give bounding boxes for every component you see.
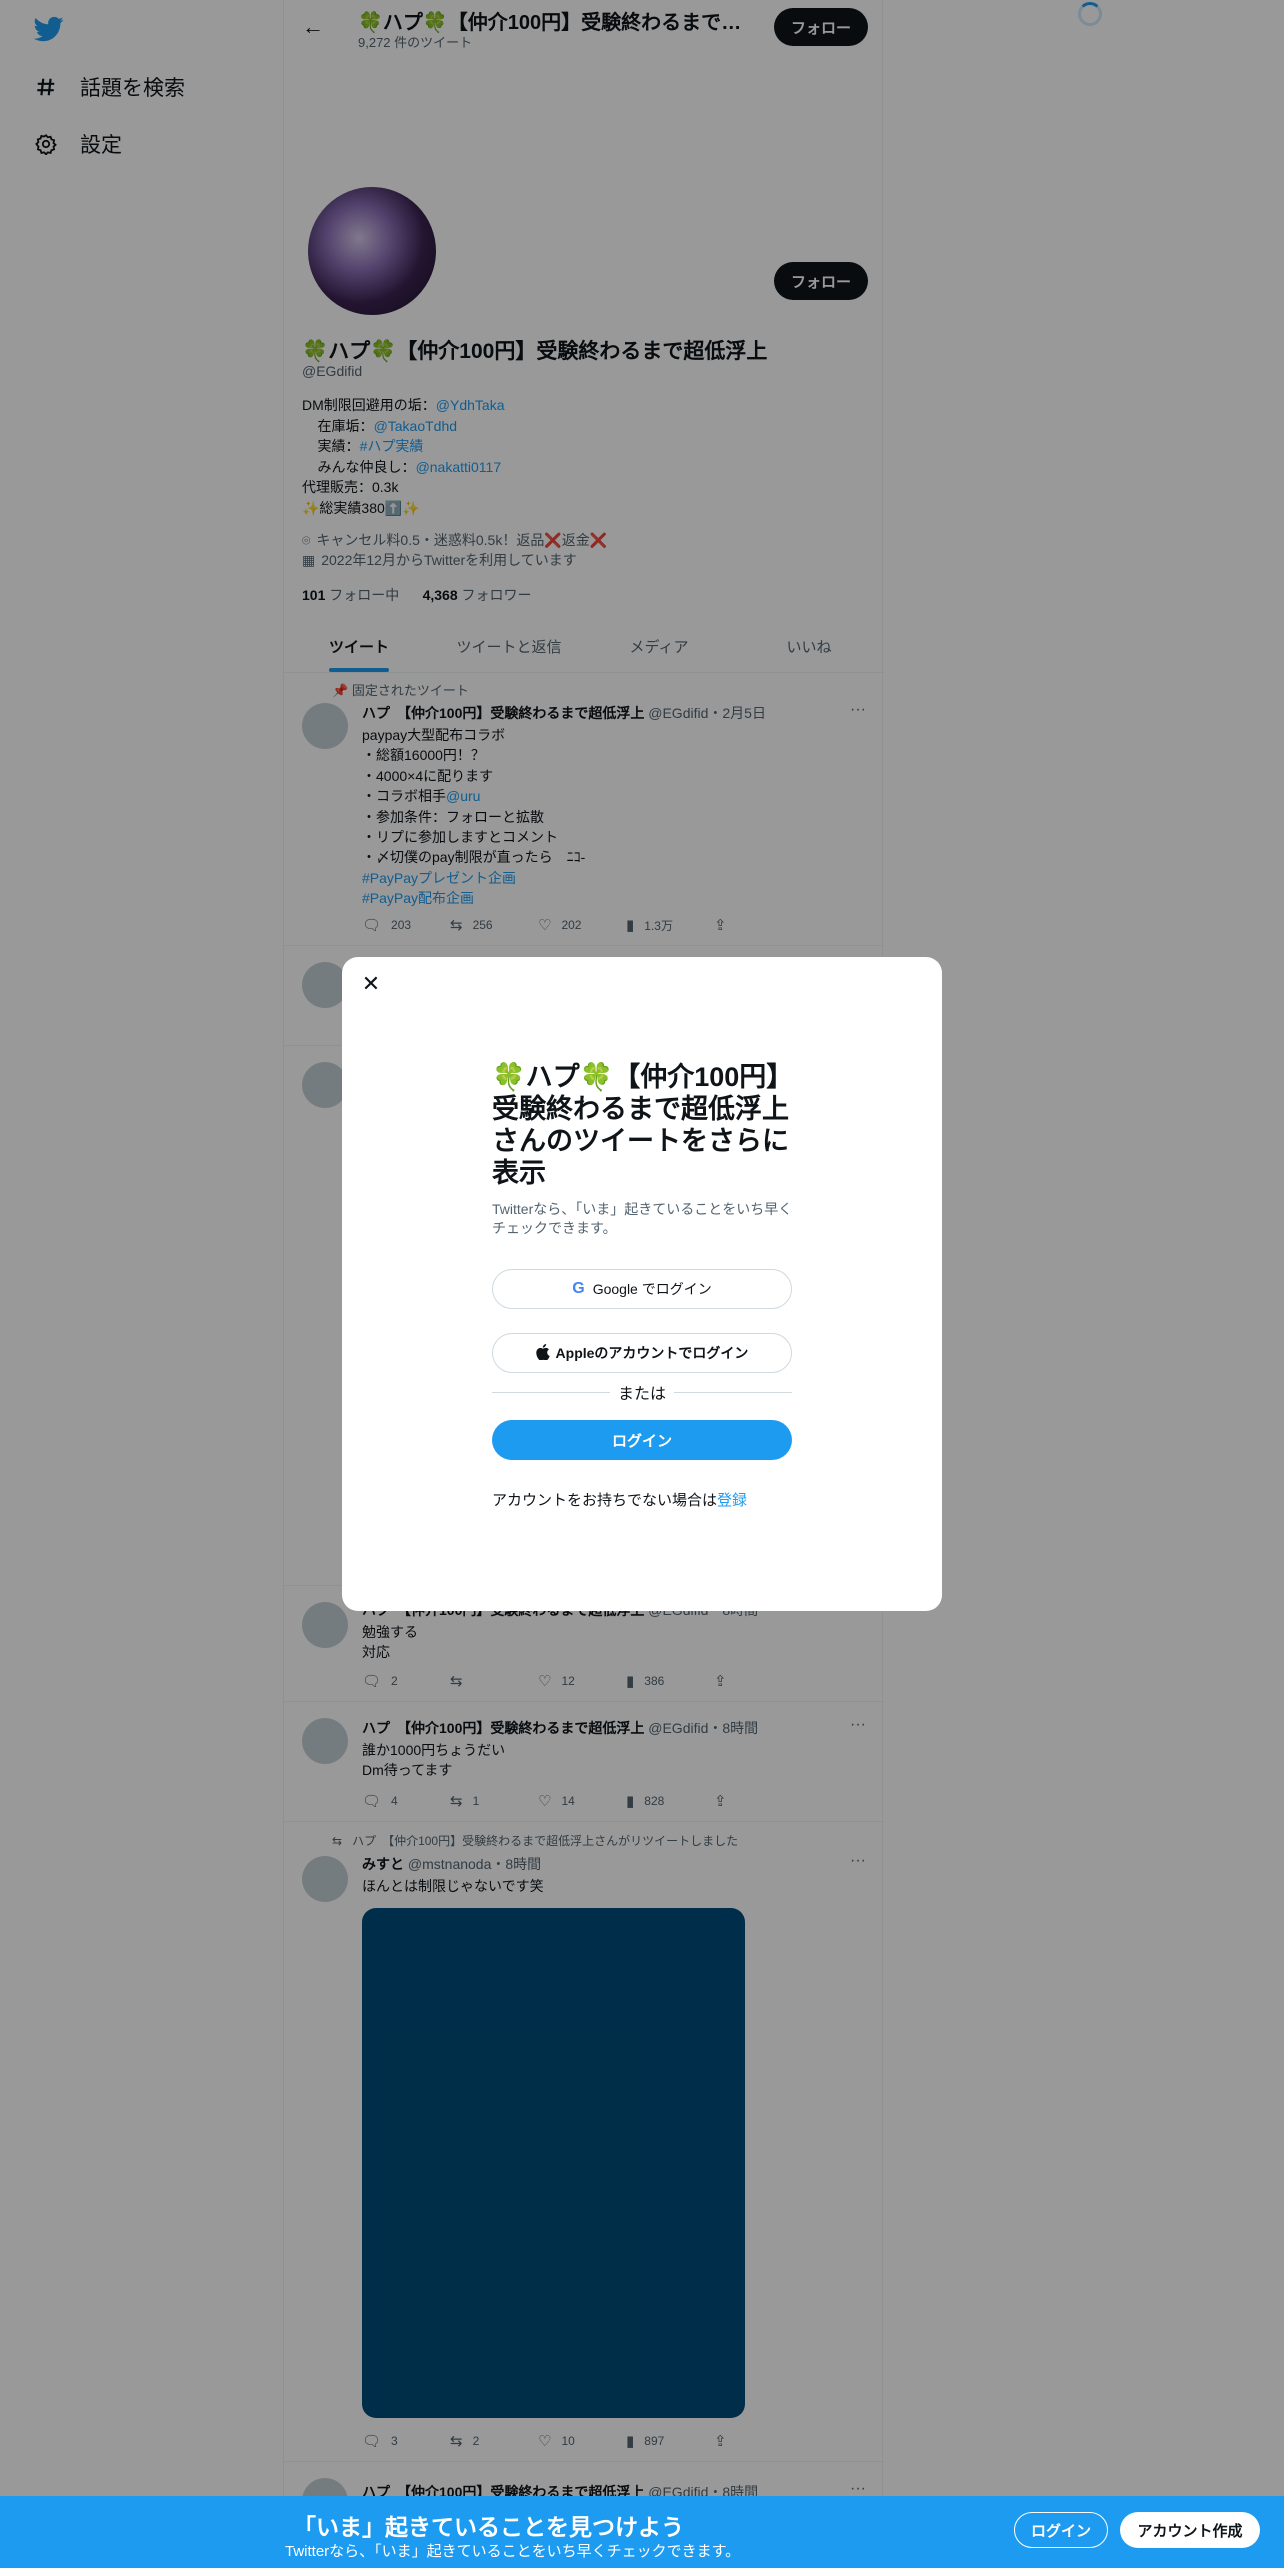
bottom-bar-title: 「いま」起きていることを見つけよう <box>293 2514 684 2540</box>
login-modal: ✕ 🍀ハプ🍀【仲介100円】受験終わるまで超低浮上さんのツイートをさらに表示 T… <box>342 957 942 1611</box>
bottom-signup-bar: 「いま」起きていることを見つけよう Twitterなら、「いま」起きていることを… <box>0 2496 1284 2568</box>
apple-login-button[interactable]: Appleのアカウントでログイン <box>492 1333 792 1373</box>
modal-subtitle: Twitterなら、「いま」起きていることをいち早くチェックできます。 <box>492 1201 793 1236</box>
signup-prompt: アカウントをお持ちでない場合は登録 <box>492 1492 748 1509</box>
google-login-button[interactable]: G Google でログイン <box>492 1269 792 1309</box>
login-button[interactable]: ログイン <box>492 1420 792 1460</box>
apple-login-label: Appleのアカウントでログイン <box>555 1345 749 1361</box>
bottom-login-button[interactable]: ログイン <box>1014 2512 1108 2548</box>
or-label: または <box>618 1386 667 1403</box>
apple-icon <box>535 1343 550 1363</box>
signup-link[interactable]: 登録 <box>717 1492 747 1509</box>
page-root: 話題を検索 設定 ← 🍀ハプ🍀【仲介100円】受験終わるまで超低浮上 9,272… <box>0 0 1284 2568</box>
google-icon: G <box>572 1280 585 1297</box>
modal-title: 🍀ハプ🍀【仲介100円】受験終わるまで超低浮上さんのツイートをさらに表示 <box>492 1062 794 1188</box>
bottom-bar-subtitle: Twitterなら、「いま」起きていることをいち早くチェックできます。 <box>285 2543 741 2560</box>
close-icon[interactable]: ✕ <box>356 969 386 999</box>
or-divider: または <box>492 1382 793 1403</box>
bottom-signup-button[interactable]: アカウント作成 <box>1120 2512 1260 2548</box>
google-login-label: Google でログイン <box>592 1281 712 1297</box>
